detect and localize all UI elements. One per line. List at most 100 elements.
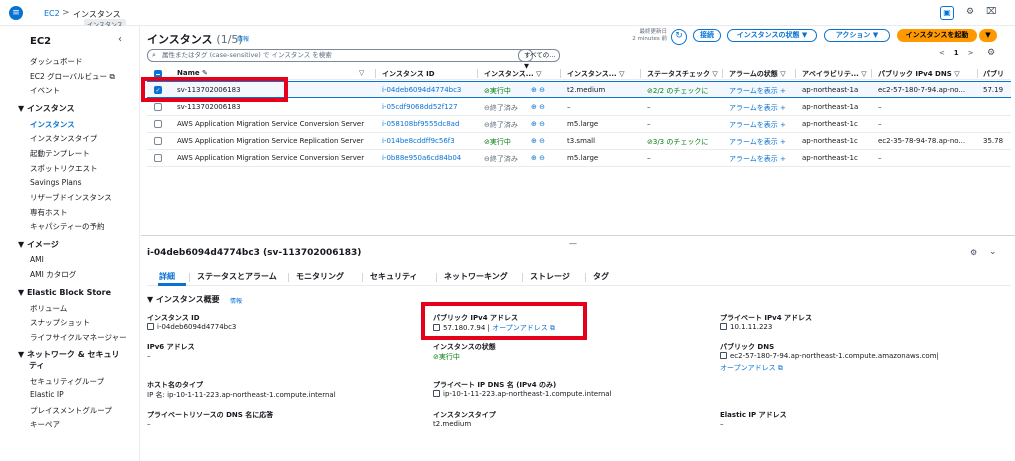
- col-instance-id[interactable]: インスタンス ID: [382, 69, 435, 79]
- panel-toggle-icon[interactable]: ▣: [940, 6, 954, 20]
- page-number[interactable]: 1: [954, 49, 959, 57]
- row-instance-id[interactable]: i-05cdf9068dd52f127: [382, 103, 458, 111]
- row-zoom-icons[interactable]: ⊕ ⊖: [531, 137, 545, 145]
- search-input[interactable]: ⌕ 属性またはタグ (case-sensitive) で インスタンス を検索: [147, 49, 533, 62]
- sidebar-item-launch-templates[interactable]: 起動テンプレート: [30, 148, 90, 159]
- summary-heading[interactable]: ▼ インスタンス概要: [147, 294, 220, 305]
- sidebar-section-ebs[interactable]: ▼ Elastic Block Store: [18, 288, 111, 297]
- tab-details[interactable]: 詳細: [159, 271, 175, 282]
- detail-collapse-icon[interactable]: ⌄: [989, 247, 997, 257]
- copy-icon[interactable]: [720, 323, 727, 330]
- row-instance-id[interactable]: i-04deb6094d4774bc3: [382, 86, 461, 94]
- row-alarm[interactable]: アラームを表示 +: [729, 103, 786, 113]
- tab-storage[interactable]: ストレージ: [530, 271, 570, 282]
- hamburger-icon[interactable]: ≡: [9, 6, 23, 20]
- sidebar-item-events[interactable]: イベント: [30, 85, 60, 96]
- tab-tags[interactable]: タグ: [593, 271, 609, 282]
- row-checkbox[interactable]: [154, 137, 162, 145]
- sidebar-section-network[interactable]: ▼ ネットワーク & セキュリ: [18, 349, 119, 360]
- screen-icon[interactable]: ⌧: [986, 7, 996, 17]
- refresh-icon[interactable]: ↻: [671, 29, 687, 45]
- sidebar-item-snapshots[interactable]: スナップショット: [30, 317, 90, 328]
- col-alarm-status[interactable]: アラームの状態 ▽: [729, 69, 795, 79]
- tab-status-alarms[interactable]: ステータスとアラーム: [197, 271, 277, 282]
- launch-instance-button[interactable]: インスタンスを起動: [897, 29, 977, 42]
- col-public-dns[interactable]: パブリック IPv4 DNS ▽: [878, 69, 978, 79]
- row-zoom-icons[interactable]: ⊕ ⊖: [531, 154, 545, 162]
- connect-button[interactable]: 接続: [693, 29, 721, 42]
- row-state: ⊘実行中: [484, 138, 511, 146]
- col-status-check[interactable]: ステータスチェック ▽: [647, 69, 722, 79]
- col-name-sort[interactable]: ▽: [359, 69, 364, 77]
- state-filter-dropdown[interactable]: すべての... ▼: [518, 49, 560, 70]
- col-name[interactable]: Name ✎: [177, 69, 208, 77]
- row-checkbox[interactable]: [154, 103, 162, 111]
- table-row[interactable]: AWS Application Migration Service Conver…: [147, 150, 1011, 167]
- sidebar-item-spot-requests[interactable]: スポットリクエスト: [30, 163, 98, 174]
- public-dns-open-link[interactable]: オープンアドレス ⧉: [720, 363, 783, 373]
- col-instance-state[interactable]: インスタンス... ▽: [484, 69, 562, 79]
- sidebar-item-instance-types[interactable]: インスタンスタイプ: [30, 133, 97, 144]
- summary-info-link[interactable]: 情報: [230, 296, 242, 305]
- resource-dns-label: プライベートリソースの DNS 名に応答: [147, 411, 274, 419]
- sidebar-item-capacity-reservations[interactable]: キャパシティーの予約: [30, 221, 105, 232]
- sidebar-item-lifecycle-manager[interactable]: ライフサイクルマネージャー: [30, 332, 127, 343]
- instance-state-button[interactable]: インスタンスの状態 ▼: [727, 29, 817, 42]
- tab-security[interactable]: セキュリティ: [370, 271, 418, 282]
- info-link[interactable]: 情報: [237, 34, 249, 43]
- breadcrumb-ec2[interactable]: EC2: [44, 9, 60, 18]
- launch-dropdown-button[interactable]: ▼: [979, 29, 997, 42]
- external-link-icon[interactable]: ⧉: [778, 364, 783, 372]
- actions-button[interactable]: アクション ▼: [824, 29, 890, 42]
- copy-icon[interactable]: [147, 323, 154, 330]
- last-updated-value: 2 minutes 前: [632, 36, 667, 42]
- sidebar-item-dedicated-hosts[interactable]: 専有ホスト: [30, 207, 68, 218]
- row-instance-id[interactable]: i-058108bf9555dc8ad: [382, 120, 459, 128]
- row-zoom-icons[interactable]: ⊕ ⊖: [531, 103, 545, 111]
- sidebar-item-reserved-instances[interactable]: リザーブドインスタンス: [30, 192, 112, 203]
- sidebar-item-ami-catalog[interactable]: AMI カタログ: [30, 269, 76, 280]
- row-alarm[interactable]: アラームを表示 +: [729, 137, 786, 147]
- row-zoom-icons[interactable]: ⊕ ⊖: [531, 120, 545, 128]
- row-zoom-icons[interactable]: ⊕ ⊖: [531, 86, 545, 94]
- row-alarm[interactable]: アラームを表示 +: [729, 120, 786, 130]
- row-az: ap-northeast-1c: [802, 120, 858, 128]
- sidebar-item-savings-plans[interactable]: Savings Plans: [30, 178, 82, 187]
- table-settings-icon[interactable]: ⚙: [987, 48, 995, 58]
- sidebar-item-placement-groups[interactable]: プレイスメントグループ: [30, 405, 112, 416]
- prev-page-button[interactable]: <: [939, 49, 945, 57]
- sidebar-item-security-groups[interactable]: セキュリティグループ: [30, 376, 104, 387]
- table-row[interactable]: AWS Application Migration Service Replic…: [147, 133, 1011, 150]
- sidebar-item-ami[interactable]: AMI: [30, 255, 44, 264]
- row-checkbox[interactable]: [154, 154, 162, 162]
- sidebar-item-volumes[interactable]: ボリューム: [30, 303, 67, 314]
- drag-handle-icon[interactable]: —: [569, 239, 577, 248]
- next-page-button[interactable]: >: [968, 49, 974, 57]
- table-row[interactable]: AWS Application Migration Service Conver…: [147, 116, 1011, 133]
- row-instance-id[interactable]: i-0b88e950a6cd84b04: [382, 154, 461, 162]
- detail-settings-icon[interactable]: ⚙: [970, 248, 977, 257]
- settings-icon[interactable]: ⚙: [966, 7, 974, 17]
- sidebar-section-instances[interactable]: ▼ インスタンス: [18, 103, 75, 114]
- col-instance-type[interactable]: インスタンス... ▽: [567, 69, 643, 79]
- sidebar-item-instances[interactable]: インスタンス: [30, 119, 75, 130]
- col-public-ip[interactable]: パブリ: [983, 69, 1011, 79]
- sidebar-item-elastic-ip[interactable]: Elastic IP: [30, 390, 64, 399]
- collapse-icon[interactable]: ‹: [118, 34, 122, 45]
- row-name: AWS Application Migration Service Replic…: [177, 137, 364, 145]
- row-checkbox[interactable]: [154, 120, 162, 128]
- sidebar-item-dashboard[interactable]: ダッシュボード: [30, 56, 83, 67]
- tab-monitoring[interactable]: モニタリング: [296, 271, 344, 282]
- sidebar-item-global-view[interactable]: EC2 グローバルビュー ⧉: [30, 71, 115, 82]
- public-dns-open-text[interactable]: オープンアドレス: [720, 364, 776, 372]
- sidebar-item-key-pairs[interactable]: キーペア: [30, 419, 60, 430]
- copy-icon[interactable]: [720, 352, 727, 359]
- row-alarm[interactable]: アラームを表示 +: [729, 154, 786, 164]
- panel-splitter[interactable]: [141, 235, 1015, 236]
- copy-icon[interactable]: [433, 390, 440, 397]
- row-instance-id[interactable]: i-014be8cddff9c56f3: [382, 137, 455, 145]
- col-availability-zone[interactable]: アベイラビリテ... ▽: [802, 69, 872, 79]
- sidebar-section-images[interactable]: ▼ イメージ: [18, 239, 59, 250]
- tab-networking[interactable]: ネットワーキング: [444, 271, 508, 282]
- row-alarm[interactable]: アラームを表示 +: [729, 86, 786, 96]
